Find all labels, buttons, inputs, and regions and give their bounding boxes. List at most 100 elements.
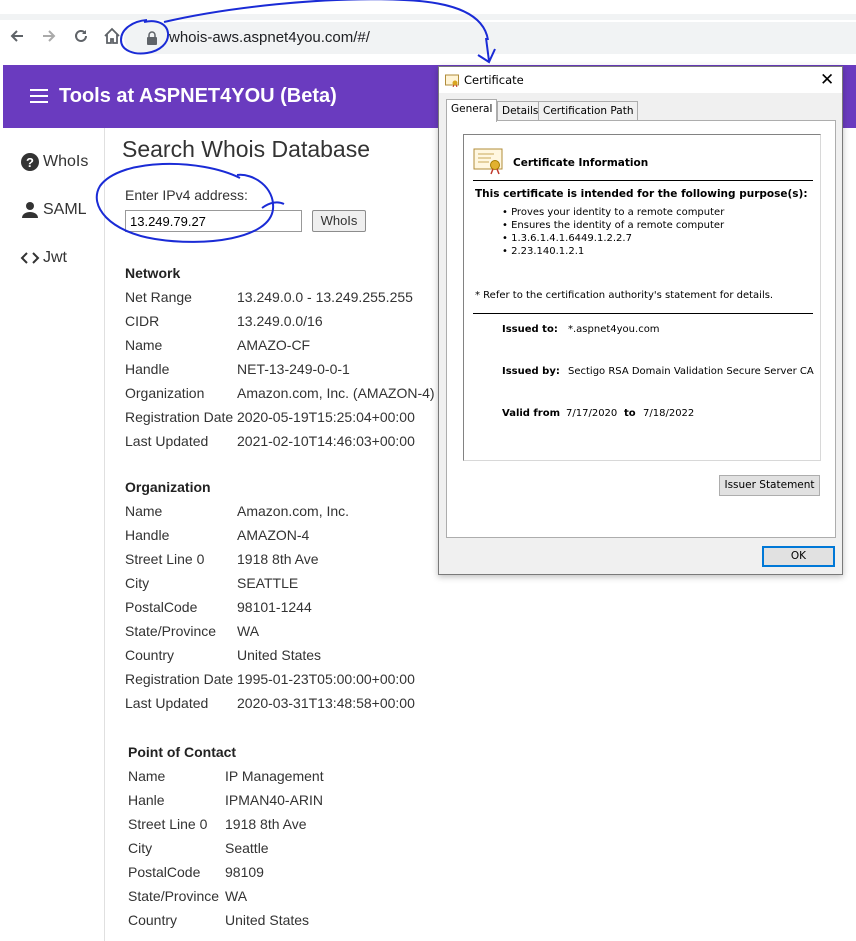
dialog-title: Certificate xyxy=(464,73,524,87)
ip-label: Enter IPv4 address: xyxy=(125,187,248,203)
sidebar-item-label: SAML xyxy=(43,201,87,218)
certificate-info-title: Certificate Information xyxy=(513,157,649,169)
issued-by-label: Issued by: xyxy=(502,366,560,377)
organization-key: Country xyxy=(125,647,175,663)
sidebar-item-label: Jwt xyxy=(43,249,67,266)
back-arrow-icon[interactable] xyxy=(6,27,28,49)
organization-value: WA xyxy=(237,623,260,639)
organization-value: 2020-03-31T13:48:58+00:00 xyxy=(237,695,415,711)
organization-value: 1995-01-23T05:00:00+00:00 xyxy=(237,671,415,687)
certificate-badge-icon xyxy=(473,148,503,175)
person-icon xyxy=(22,202,38,218)
organization-value: Amazon.com, Inc. xyxy=(237,503,350,519)
contact-value: 1918 8th Ave xyxy=(225,816,307,832)
sidebar-item-jwt[interactable]: Jwt xyxy=(20,245,67,271)
organization-key: Street Line 0 xyxy=(125,551,205,567)
network-heading: Network xyxy=(125,265,181,281)
valid-to-value: 7/18/2022 xyxy=(643,408,695,419)
tab-certification-path[interactable]: Certification Path xyxy=(538,101,639,121)
purpose-item: • Proves your identity to a remote compu… xyxy=(502,207,725,218)
browser-toolbar: whois-aws.aspnet4you.com/#/ xyxy=(0,0,856,64)
contact-value: Seattle xyxy=(225,840,269,856)
network-value: 13.249.0.0 - 13.249.255.255 xyxy=(237,289,413,305)
valid-to-label: to xyxy=(624,408,636,419)
contact-value: IP Management xyxy=(225,768,324,784)
contact-value: 98109 xyxy=(225,864,264,880)
contact-value: United States xyxy=(225,912,310,928)
purpose-item: • 2.23.140.1.2.1 xyxy=(502,246,585,257)
contact-key: State/Province xyxy=(128,888,220,904)
divider xyxy=(473,313,813,314)
network-key: Last Updated xyxy=(125,433,209,449)
organization-key: Handle xyxy=(125,527,170,543)
address-bar[interactable]: whois-aws.aspnet4you.com/#/ xyxy=(124,22,856,54)
divider xyxy=(473,180,813,181)
network-key: Organization xyxy=(125,385,205,401)
network-value: 2021-02-10T14:46:03+00:00 xyxy=(237,433,415,449)
organization-heading: Organization xyxy=(125,479,211,495)
refer-note: * Refer to the certification authority's… xyxy=(475,290,774,301)
tab-strip xyxy=(0,14,856,20)
organization-value: SEATTLE xyxy=(237,575,299,591)
purpose-item: • Ensures the identity of a remote compu… xyxy=(502,220,725,231)
ok-button[interactable]: OK xyxy=(762,546,835,567)
organization-key: City xyxy=(125,575,150,591)
contact-heading: Point of Contact xyxy=(128,744,237,760)
valid-from-label: Valid from xyxy=(502,408,561,419)
tab-general[interactable]: General xyxy=(446,99,498,122)
organization-value: 98101-1244 xyxy=(237,599,312,615)
organization-value: United States xyxy=(237,647,322,663)
dialog-titlebar: Certificate ✕ xyxy=(439,67,842,93)
sidebar-item-whois[interactable]: ? WhoIs xyxy=(20,149,88,175)
question-circle-icon: ? xyxy=(21,153,39,171)
url-text[interactable]: whois-aws.aspnet4you.com/#/ xyxy=(169,29,370,46)
network-key: Handle xyxy=(125,361,170,377)
network-key: CIDR xyxy=(125,313,160,329)
certificate-info-box: Certificate Information This certificate… xyxy=(463,134,821,461)
contact-value: WA xyxy=(225,888,248,904)
organization-value: 1918 8th Ave xyxy=(237,551,319,567)
contact-key: PostalCode xyxy=(128,864,201,880)
contact-key: Country xyxy=(128,912,178,928)
issued-by-value: Sectigo RSA Domain Validation Secure Ser… xyxy=(568,366,814,377)
code-brackets-icon xyxy=(20,252,40,264)
lock-icon[interactable] xyxy=(146,31,158,45)
page-title: Search Whois Database xyxy=(122,136,371,162)
organization-value: AMAZON-4 xyxy=(237,527,310,543)
contact-key: Street Line 0 xyxy=(128,816,208,832)
contact-key: Hanle xyxy=(128,792,165,808)
issued-to-value: *.aspnet4you.com xyxy=(568,324,660,335)
sidebar-item-label: WhoIs xyxy=(43,153,89,170)
purpose-item: • 1.3.6.1.4.1.6449.1.2.2.7 xyxy=(502,233,632,244)
contact-key: Name xyxy=(128,768,166,784)
whois-button[interactable]: WhoIs xyxy=(312,210,366,232)
general-tab-panel: Certificate Information This certificate… xyxy=(446,120,836,538)
tab-details[interactable]: Details xyxy=(497,101,544,121)
close-icon[interactable]: ✕ xyxy=(820,70,834,90)
network-value: AMAZO-CF xyxy=(237,337,311,353)
network-key: Registration Date xyxy=(125,409,234,425)
issued-to-label: Issued to: xyxy=(502,324,558,335)
organization-key: PostalCode xyxy=(125,599,198,615)
organization-key: Last Updated xyxy=(125,695,209,711)
forward-arrow-icon[interactable] xyxy=(38,27,60,49)
contact-value: IPMAN40-ARIN xyxy=(225,792,324,808)
organization-key: Name xyxy=(125,503,163,519)
network-value: 2020-05-19T15:25:04+00:00 xyxy=(237,409,415,425)
organization-key: Registration Date xyxy=(125,671,234,687)
organization-key: State/Province xyxy=(125,623,217,639)
sidebar-item-saml[interactable]: SAML xyxy=(20,197,87,223)
home-icon[interactable] xyxy=(101,27,123,49)
reload-icon[interactable] xyxy=(70,27,92,49)
valid-from-value: 7/17/2020 xyxy=(566,408,618,419)
network-value: NET-13-249-0-0-1 xyxy=(237,361,350,377)
issuer-statement-button[interactable]: Issuer Statement xyxy=(719,475,820,496)
network-key: Net Range xyxy=(125,289,192,305)
svg-text:?: ? xyxy=(26,155,34,170)
certificate-icon xyxy=(445,74,459,87)
hamburger-menu-icon[interactable] xyxy=(30,89,48,103)
network-key: Name xyxy=(125,337,163,353)
ip-input[interactable] xyxy=(125,210,302,232)
certificate-dialog: Certificate ✕ General Details Certificat… xyxy=(438,66,843,575)
network-value: Amazon.com, Inc. (AMAZON-4) xyxy=(237,385,435,401)
